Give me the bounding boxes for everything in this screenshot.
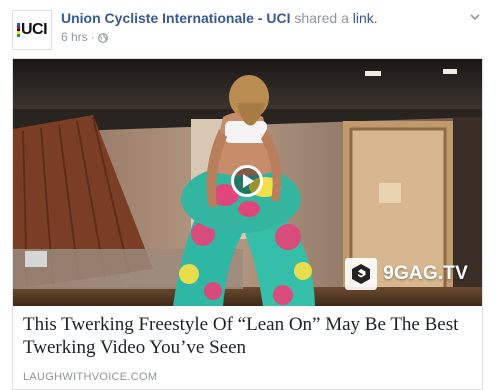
meta-separator: ·	[90, 30, 95, 44]
link-domain: LAUGHWITHVOICE.COM	[23, 371, 158, 383]
timestamp-link[interactable]: 6 hrs	[61, 30, 88, 44]
page-name-link[interactable]: Union Cycliste Internationale - UCI	[61, 10, 290, 26]
link-word[interactable]: link.	[353, 10, 378, 26]
shared-link-card[interactable]: 9GAG.TV This Twerking Freestyle Of “Lean…	[12, 58, 483, 390]
page-avatar[interactable]: UCI	[12, 10, 52, 50]
watermark-text: 9GAG.TV	[383, 263, 468, 284]
9gag-watermark: 9GAG.TV	[345, 257, 468, 291]
link-title[interactable]: This Twerking Freestyle Of “Lean On” May…	[23, 313, 473, 359]
post-header-line: Union Cycliste Internationale - UCI shar…	[61, 9, 378, 27]
uci-stripes-logo	[16, 23, 20, 37]
chevron-down-icon[interactable]	[468, 10, 482, 24]
globe-icon[interactable]	[97, 32, 108, 43]
link-preview-image[interactable]: 9GAG.TV	[13, 59, 482, 306]
shared-text: shared a	[294, 10, 349, 26]
avatar-text: UCI	[20, 21, 48, 38]
play-icon[interactable]	[231, 165, 263, 197]
9gag-logo-icon	[345, 258, 378, 290]
post-header: UCI Union Cycliste Internationale - UCI …	[0, 0, 496, 56]
post-meta: 6 hrs ·	[61, 30, 108, 44]
